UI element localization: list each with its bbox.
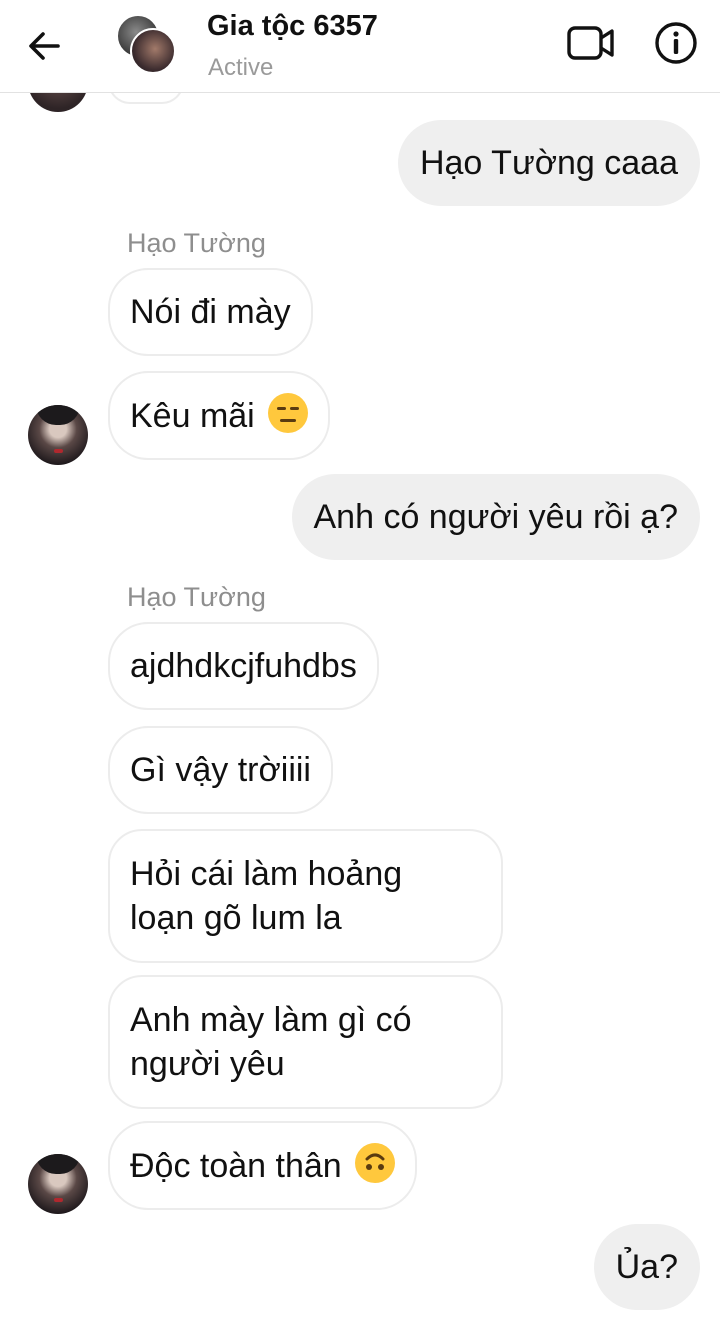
active-status: Active [208, 54, 274, 81]
incoming-message[interactable]: Kêu mãi [108, 371, 331, 460]
back-button[interactable] [24, 26, 68, 66]
incoming-message[interactable]: Hỏi cái làm hoảng loạn gõ lum la [108, 829, 503, 963]
message-text-line: người yêu [130, 1045, 285, 1083]
expressionless-face-emoji [268, 393, 309, 433]
message-text-line: Hỏi cái làm hoảng [130, 855, 403, 893]
upside-down-face-emoji [355, 1143, 396, 1183]
info-button[interactable] [654, 21, 698, 65]
message-text-line: loạn gõ lum la [130, 899, 342, 937]
sender-name: Hạo Tường [127, 582, 266, 612]
incoming-message[interactable]: Độc toàn thân [108, 1121, 418, 1210]
sender-avatar[interactable] [28, 405, 88, 465]
video-call-button[interactable] [566, 22, 616, 64]
group-avatar[interactable] [116, 14, 178, 76]
incoming-message[interactable]: ajdhdkcjfuhdbs [108, 622, 379, 710]
conversation-header: Gia tộc 6357 Active [0, 0, 720, 93]
incoming-message[interactable]: Gì vậy trờiiii [108, 726, 333, 814]
sender-name: Hạo Tường [127, 228, 266, 258]
incoming-message[interactable]: Anh mày làm gì có người yêu [108, 975, 503, 1109]
video-call-icon [567, 26, 614, 60]
outgoing-message[interactable]: Ủa? [593, 1224, 700, 1310]
outgoing-message[interactable]: Hạo Tường caaa [397, 120, 700, 206]
conversation-title[interactable]: Gia tộc 6357 [207, 10, 378, 43]
message-text-line: Anh mày làm gì có [130, 1001, 412, 1039]
message-text: Kêu mãi [130, 397, 255, 435]
info-icon [655, 22, 697, 64]
back-arrow-icon [29, 32, 60, 60]
incoming-message[interactable]: Nói đi mày [108, 268, 313, 356]
message-text: Độc toàn thân [130, 1147, 342, 1185]
sender-avatar[interactable] [28, 1154, 88, 1214]
outgoing-message[interactable]: Anh có người yêu rồi ạ? [291, 474, 700, 560]
member-avatar [130, 28, 176, 74]
